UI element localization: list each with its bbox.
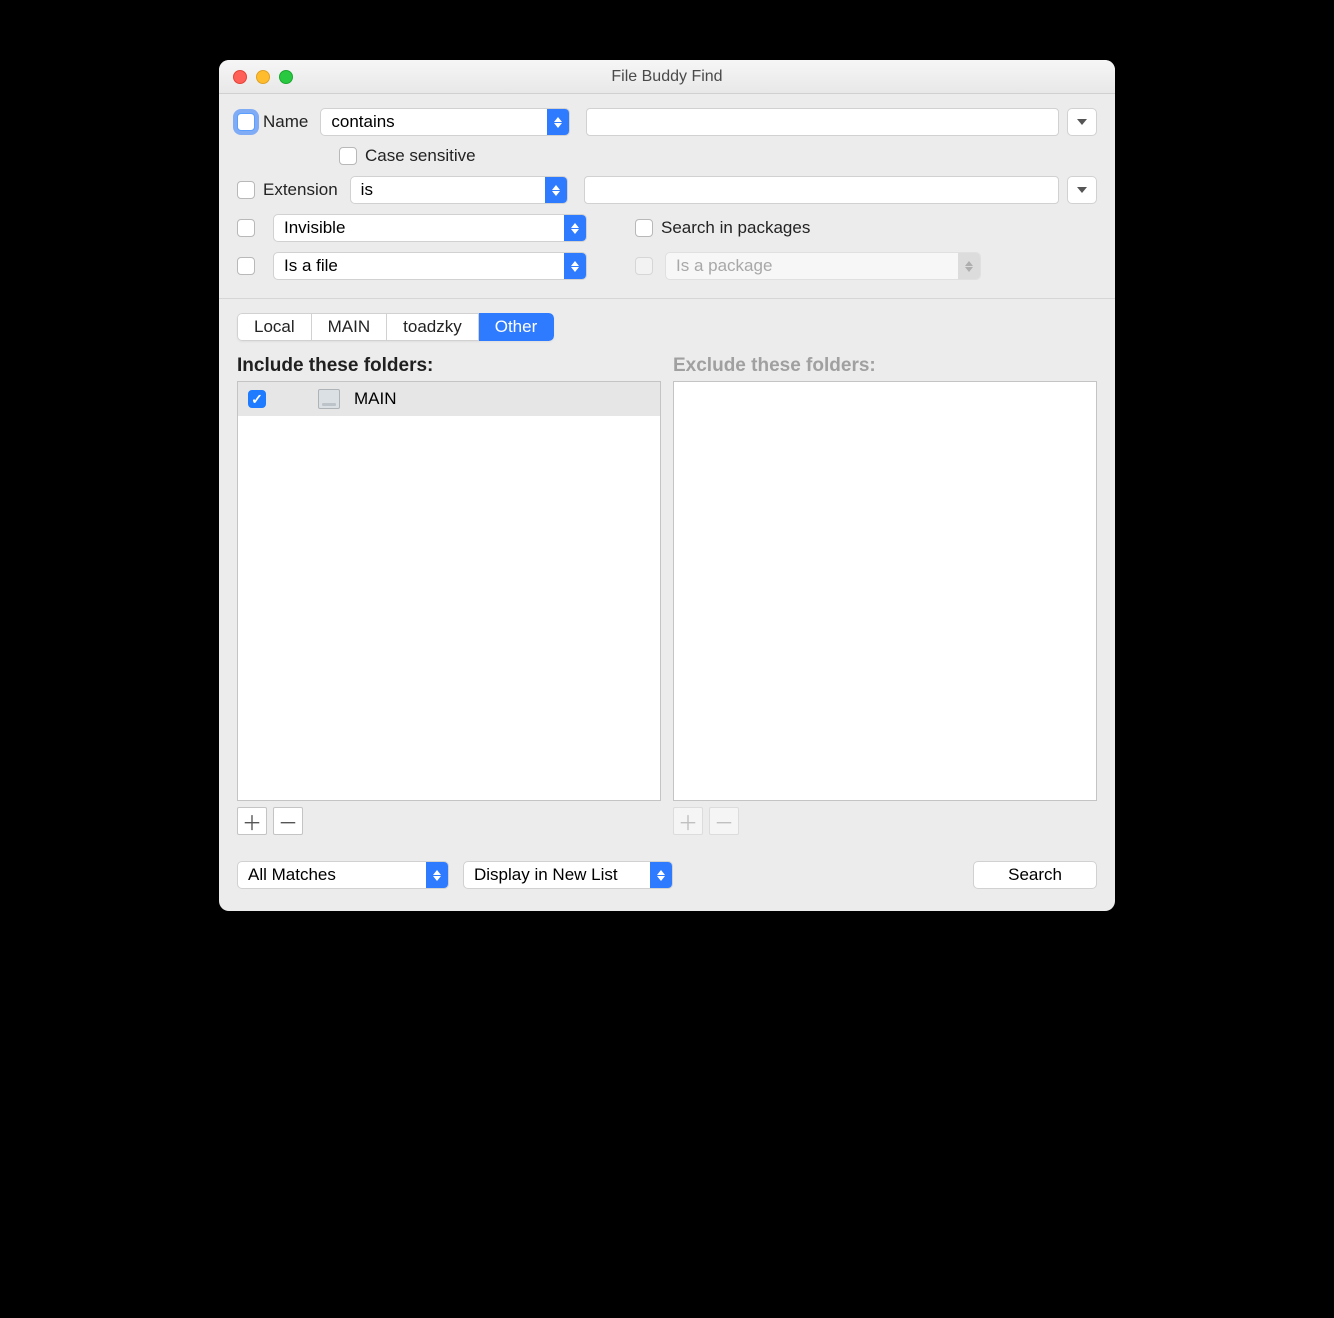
location-tabs: LocalMAINtoadzkyOther — [237, 313, 554, 341]
stepper-arrows-icon — [958, 253, 980, 279]
ispackage-checkbox — [635, 257, 653, 275]
invisible-checkbox[interactable] — [237, 219, 255, 237]
window-controls — [219, 70, 293, 84]
name-label: Name — [263, 112, 308, 132]
exclude-remove-button: － — [709, 807, 739, 835]
name-operator-value: contains — [321, 112, 547, 132]
stepper-arrows-icon — [545, 177, 567, 203]
extension-more-button[interactable] — [1067, 176, 1097, 204]
isfile-checkbox[interactable] — [237, 257, 255, 275]
extension-input[interactable] — [584, 176, 1059, 204]
extension-label: Extension — [263, 180, 338, 200]
isfile-popup[interactable]: Is a file — [273, 252, 587, 280]
content-area: Name contains Case sensitive Extension i… — [219, 94, 1115, 911]
include-column: Include these folders: MAIN ＋ － — [237, 355, 661, 835]
extension-checkbox[interactable] — [237, 181, 255, 199]
case-sensitive-label: Case sensitive — [365, 146, 476, 166]
case-sensitive-checkbox[interactable] — [339, 147, 357, 165]
isfile-value: Is a file — [274, 256, 564, 276]
stepper-arrows-icon — [650, 862, 672, 888]
tab-other[interactable]: Other — [479, 313, 555, 341]
window-root: File Buddy Find Name contains Case sensi… — [219, 60, 1115, 911]
exclude-listbox[interactable] — [673, 381, 1097, 801]
include-addremove: ＋ － — [237, 807, 661, 835]
search-in-packages-checkbox[interactable] — [635, 219, 653, 237]
display-popup[interactable]: Display in New List — [463, 861, 673, 889]
include-title: Include these folders: — [237, 355, 661, 377]
minus-icon: － — [714, 807, 734, 836]
invisible-row: Invisible Search in packages — [237, 214, 1097, 242]
list-item-label: MAIN — [354, 389, 397, 409]
name-more-button[interactable] — [1067, 108, 1097, 136]
name-row: Name contains — [237, 108, 1097, 136]
ispackage-popup: Is a package — [665, 252, 981, 280]
invisible-popup[interactable]: Invisible — [273, 214, 587, 242]
invisible-value: Invisible — [274, 218, 564, 238]
tab-toadzky[interactable]: toadzky — [387, 313, 479, 341]
display-value: Display in New List — [464, 865, 650, 885]
search-in-packages-label: Search in packages — [661, 218, 810, 238]
search-button[interactable]: Search — [973, 861, 1097, 889]
stepper-arrows-icon — [547, 109, 569, 135]
tab-main[interactable]: MAIN — [312, 313, 388, 341]
stepper-arrows-icon — [564, 253, 586, 279]
exclude-add-button: ＋ — [673, 807, 703, 835]
window-title: File Buddy Find — [219, 68, 1115, 86]
plus-icon: ＋ — [678, 807, 698, 836]
chevron-down-icon — [1077, 187, 1087, 193]
stepper-arrows-icon — [564, 215, 586, 241]
include-add-button[interactable]: ＋ — [237, 807, 267, 835]
chevron-down-icon — [1077, 119, 1087, 125]
case-sensitive-row: Case sensitive — [339, 146, 1097, 166]
exclude-column: Exclude these folders: ＋ － — [673, 355, 1097, 835]
extension-operator-popup[interactable]: is — [350, 176, 568, 204]
minimize-icon[interactable] — [256, 70, 270, 84]
drive-icon — [318, 389, 340, 409]
extension-row: Extension is — [237, 176, 1097, 204]
list-item-checkbox[interactable] — [248, 390, 266, 408]
exclude-addremove: ＋ － — [673, 807, 1097, 835]
close-icon[interactable] — [233, 70, 247, 84]
extension-operator-value: is — [351, 180, 545, 200]
name-operator-popup[interactable]: contains — [320, 108, 570, 136]
include-listbox[interactable]: MAIN — [237, 381, 661, 801]
name-checkbox[interactable] — [237, 113, 255, 131]
exclude-title: Exclude these folders: — [673, 355, 1097, 377]
zoom-icon[interactable] — [279, 70, 293, 84]
name-input[interactable] — [586, 108, 1059, 136]
list-item[interactable]: MAIN — [238, 382, 660, 416]
matches-value: All Matches — [238, 865, 426, 885]
stepper-arrows-icon — [426, 862, 448, 888]
ispackage-value: Is a package — [666, 256, 958, 276]
matches-popup[interactable]: All Matches — [237, 861, 449, 889]
divider — [219, 298, 1115, 299]
tab-local[interactable]: Local — [237, 313, 312, 341]
plus-icon: ＋ — [242, 807, 262, 836]
bottom-row: All Matches Display in New List Search — [237, 861, 1097, 889]
titlebar: File Buddy Find — [219, 60, 1115, 94]
folders-area: Include these folders: MAIN ＋ － Exclude … — [237, 355, 1097, 835]
isfile-row: Is a file Is a package — [237, 252, 1097, 280]
minus-icon: － — [278, 807, 298, 836]
include-remove-button[interactable]: － — [273, 807, 303, 835]
